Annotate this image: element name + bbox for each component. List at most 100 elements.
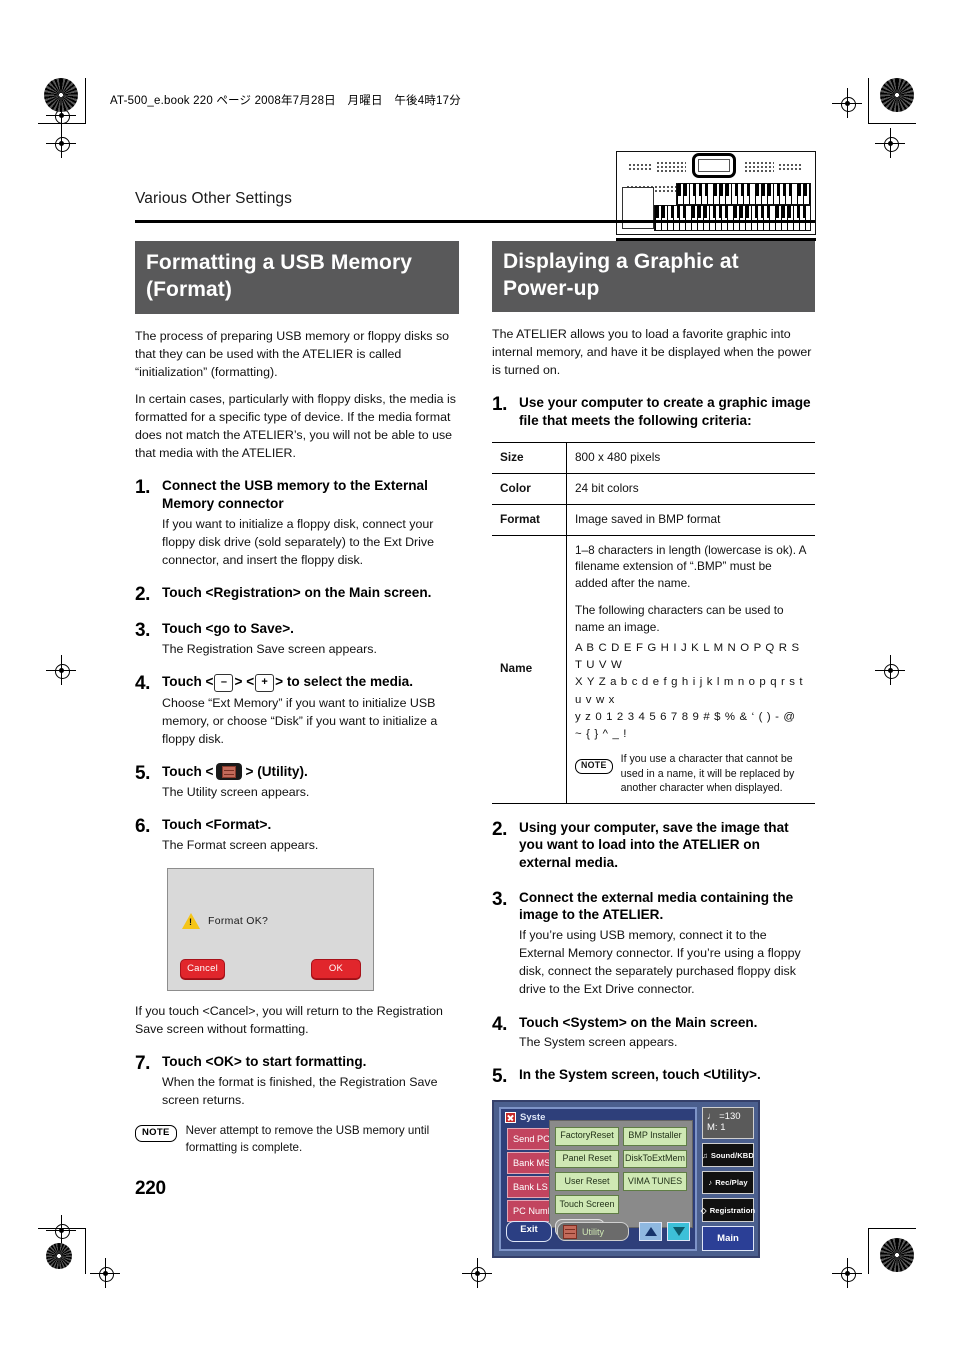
crop-line-bl-h <box>38 1228 86 1229</box>
close-icon[interactable] <box>505 1111 516 1123</box>
lcd-utility-button[interactable]: Utility <box>557 1222 629 1242</box>
panel-dots-left2 <box>656 161 686 174</box>
book-file-header: AT-500_e.book 220 ページ 2008年7月28日 月曜日 午後4… <box>110 95 461 107</box>
utility-icon <box>563 1224 577 1239</box>
graphic-step-3-headline: Connect the external media containing th… <box>519 889 794 923</box>
criteria-label-size: Size <box>492 442 567 475</box>
step-2: 2. Touch <Registration> on the Main scre… <box>135 584 459 605</box>
lcd-title-text: Syste <box>520 1111 546 1123</box>
table-row-size: Size 800 x 480 pixels <box>492 442 815 475</box>
note-text: Never attempt to remove the USB memory u… <box>185 1124 430 1154</box>
step-7: 7. Touch <OK> to start formatting. When … <box>135 1053 459 1109</box>
step-4-text-pre: Touch < <box>162 674 214 690</box>
warning-triangle-icon <box>182 912 200 929</box>
graphic-step-4: 4. Touch <System> on the Main screen. Th… <box>492 1014 815 1052</box>
dialog-cancel-button[interactable]: Cancel <box>180 958 225 979</box>
crop-line-bl-v <box>85 1228 86 1274</box>
music-note-icon: ♫ <box>702 1150 708 1160</box>
name-rule-line1: 1–8 characters in length (lowercase is o… <box>575 542 806 591</box>
rec-play-button[interactable]: ♪ Rec/Play <box>702 1170 754 1195</box>
lcd-title-bar: Syste <box>505 1111 546 1123</box>
bmp-installer-button[interactable]: BMP Installer <box>623 1126 687 1146</box>
display-highlight-ring <box>692 153 736 178</box>
format-intro-paragraph-1: The process of preparing USB memory or f… <box>135 328 450 379</box>
after-dialog-text: If you touch <Cancel>, you will return t… <box>135 1003 443 1037</box>
factory-reset-button[interactable]: FactoryReset <box>555 1126 619 1146</box>
user-reset-button[interactable]: User Reset <box>555 1172 619 1192</box>
step-7-sub: When the format is finished, the Registr… <box>162 1074 438 1107</box>
color-registration-patch-bottom-left <box>46 1243 72 1269</box>
graphic-step-5: 5. In the System screen, touch <Utility>… <box>492 1066 815 1087</box>
criteria-value-size: 800 x 480 pixels <box>566 442 815 475</box>
step-6-headline: Touch <Format>. <box>162 817 272 833</box>
registration-icon: ◇ <box>700 1205 707 1215</box>
registration-label: Registration <box>709 1205 756 1215</box>
step-5-sub: The Utility screen appears. <box>162 785 310 800</box>
regmark-top-right-2 <box>875 128 905 158</box>
format-note: NOTE Never attempt to remove the USB mem… <box>135 1123 459 1156</box>
note-badge-inline: NOTE <box>575 758 613 775</box>
step-2-headline: Touch <Registration> on the Main screen. <box>162 585 432 601</box>
step-3-headline: Touch <go to Save>. <box>162 621 294 637</box>
graphic-intro-paragraph: The ATELIER allows you to load a favorit… <box>492 326 812 377</box>
left-column: Formatting a USB Memory (Format) The pro… <box>135 241 459 1258</box>
graphic-step-1-number: 1. <box>492 393 507 415</box>
step-4: 4. Touch < – > < + > to select the media. Ch… <box>135 673 459 748</box>
disk-to-ext-mem-button[interactable]: DiskToExtMem <box>623 1149 687 1169</box>
step-3: 3. Touch <go to Save>. The Registration … <box>135 620 459 658</box>
criteria-value-format: Image saved in BMP format <box>566 504 815 536</box>
step-4-headline: Touch < – > < + > to select the media. <box>162 673 459 693</box>
minus-key-icon: – <box>214 674 234 693</box>
regmark-top-right <box>832 88 862 118</box>
step-1-number: 1. <box>135 477 150 499</box>
crop-line-tr-h <box>868 123 916 124</box>
format-intro-paragraph-2: In certain cases, particularly with flop… <box>135 391 456 461</box>
note-text-inline: If you use a character that cannot be us… <box>620 752 795 795</box>
triangle-up-icon <box>644 1227 657 1237</box>
registration-button[interactable]: ◇ Registration <box>700 1198 756 1223</box>
table-row-color: Color 24 bit colors <box>492 473 815 505</box>
criteria-label-format: Format <box>492 504 567 536</box>
graphic-step-4-sub: The System screen appears. <box>519 1035 678 1050</box>
empty-slot <box>623 1195 687 1214</box>
panel-dots-right <box>744 161 774 174</box>
lcd-exit-button[interactable]: Exit <box>506 1221 552 1243</box>
lcd-side-panel: ♩ =130 M: 1 ♫ Sound/KBD ♪ Rec/Play ◇ Reg… <box>700 1106 756 1251</box>
regmark-mid-left <box>46 655 76 685</box>
section-title-format: Formatting a USB Memory (Format) <box>135 241 459 314</box>
color-registration-patch-top-right <box>880 78 914 112</box>
tempo-value: ♩ =130 <box>707 1110 741 1122</box>
regmark-bottom-center <box>462 1258 492 1288</box>
regmark-bottom-right <box>832 1258 862 1288</box>
dialog-message: Format OK? <box>208 914 269 927</box>
step-3-sub: The Registration Save screen appears. <box>162 641 377 656</box>
graphic-step-5-number: 5. <box>492 1066 507 1088</box>
main-button[interactable]: Main <box>702 1226 754 1251</box>
system-utility-screen-figure: Syste Send PC Bank MS Bank LS PC Numb Fa… <box>492 1099 760 1258</box>
step-2-number: 2. <box>135 584 150 606</box>
sound-kbd-button[interactable]: ♫ Sound/KBD <box>702 1143 754 1167</box>
triangle-down-icon <box>672 1227 685 1237</box>
step-5: 5. Touch < > (Utility). The Utility scree… <box>135 763 459 801</box>
tempo-display: ♩ =130 M: 1 <box>702 1106 754 1140</box>
step-5-headline: Touch < > (Utility). <box>162 763 459 781</box>
step-6-sub: The Format screen appears. <box>162 837 319 852</box>
step-7-headline: Touch <OK> to start formatting. <box>162 1054 367 1070</box>
vima-tunes-button[interactable]: VIMA TUNES <box>623 1172 687 1192</box>
step-7-number: 7. <box>135 1053 150 1075</box>
dialog-ok-button[interactable]: OK <box>311 958 361 979</box>
graphic-step-4-number: 4. <box>492 1013 507 1035</box>
scroll-down-button[interactable] <box>667 1222 690 1242</box>
panel-reset-button[interactable]: Panel Reset <box>555 1149 619 1169</box>
breadcrumb: Various Other Settings <box>135 190 292 207</box>
graphic-step-3: 3. Connect the external media containing… <box>492 889 815 999</box>
name-rule-line2: The following characters can be used to … <box>575 602 784 634</box>
plus-key-icon: + <box>255 674 275 693</box>
touch-screen-button[interactable]: Touch Screen <box>555 1195 619 1215</box>
allowed-character-list: A B C D E F G H I J K L M N O P Q R S T … <box>575 642 804 740</box>
graphic-step-1-headline: Use your computer to create a graphic im… <box>519 394 811 428</box>
measure-value: M: 1 <box>707 1122 726 1134</box>
scroll-up-button[interactable] <box>639 1222 662 1242</box>
regmark-top-left-2 <box>46 128 76 158</box>
criteria-label-name: Name <box>492 535 567 804</box>
